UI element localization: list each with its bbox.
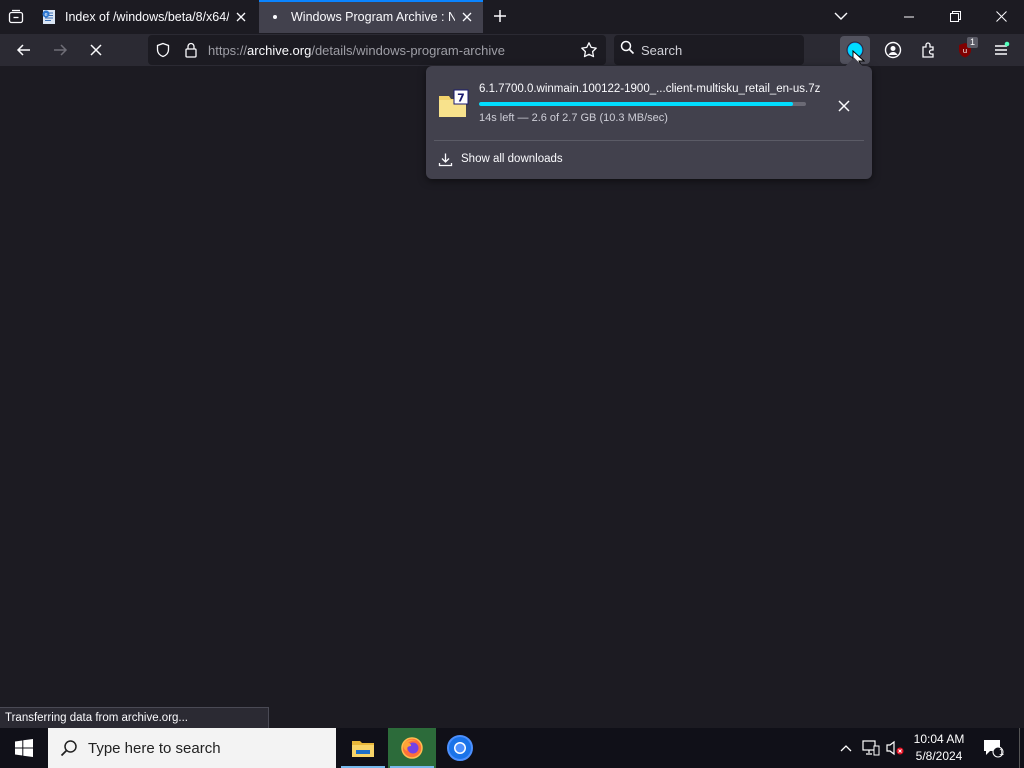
chevron-down-icon (834, 12, 848, 20)
chevron-up-icon (840, 745, 852, 752)
file-explorer-icon (352, 741, 374, 757)
taskbar-file-explorer[interactable] (339, 728, 387, 768)
show-desktop-button[interactable] (1019, 728, 1024, 768)
hamburger-menu-icon (995, 41, 1010, 55)
show-all-downloads-button[interactable]: Show all downloads (438, 149, 563, 169)
notification-count: 1 (999, 747, 1005, 757)
downloads-panel: 7 6.1.7700.0.winmain.100122-1900_...clie… (426, 66, 872, 179)
cancel-download-button[interactable] (832, 94, 856, 118)
stop-icon (90, 44, 102, 56)
arrow-right-icon (54, 44, 68, 56)
account-button[interactable] (878, 36, 908, 64)
url-scheme: https:// (208, 42, 248, 58)
close-tab-icon[interactable] (455, 5, 479, 29)
taskbar-clock[interactable]: 10:04 AM 5/8/2024 (906, 731, 972, 767)
search-placeholder: Search (641, 42, 683, 58)
restore-icon (949, 11, 961, 22)
download-status: 14s left — 2.6 of 2.7 GB (10.3 MB/sec) (479, 112, 668, 124)
plus-icon (494, 10, 506, 22)
close-icon (995, 11, 1007, 22)
svg-text:u: u (963, 47, 967, 55)
page-icon: e (41, 9, 57, 25)
show-hidden-icons-button[interactable] (836, 728, 856, 768)
search-bar[interactable]: Search (614, 35, 804, 65)
tab-title: Index of /windows/beta/8/x64/ (65, 9, 229, 24)
svg-text:7: 7 (457, 92, 465, 105)
new-tab-button[interactable] (488, 4, 512, 28)
url-text: https://archive.org/details/windows-prog… (208, 43, 505, 58)
url-path: /details/windows-program-archive (311, 42, 505, 58)
download-progress-bar (479, 102, 806, 106)
list-all-tabs-button[interactable] (828, 4, 854, 28)
taskbar-search-placeholder: Type here to search (88, 739, 221, 757)
url-host: archive.org (247, 42, 312, 58)
download-filename: 6.1.7700.0.winmain.100122-1900_...client… (479, 83, 821, 95)
account-icon (884, 41, 902, 59)
clock-time: 10:04 AM (913, 732, 965, 746)
arrow-left-icon (16, 44, 30, 56)
forward-button[interactable] (46, 37, 74, 63)
download-item[interactable]: 7 6.1.7700.0.winmain.100122-1900_...clie… (434, 74, 864, 136)
lock-icon[interactable] (180, 39, 202, 61)
firefox-icon (401, 737, 423, 759)
firefox-view-button[interactable] (0, 0, 32, 33)
search-icon (620, 40, 635, 60)
url-bar[interactable]: https://archive.org/details/windows-prog… (148, 35, 606, 65)
show-all-downloads-label: Show all downloads (461, 153, 563, 165)
tab-index-windows[interactable]: e Index of /windows/beta/8/x64/ (33, 0, 257, 33)
clock-date: 5/8/2024 (915, 749, 963, 763)
close-icon (838, 100, 850, 112)
separator (434, 140, 864, 141)
minimize-icon (904, 16, 914, 17)
tab-title: Windows Program Archive : Nic (291, 9, 455, 24)
start-button[interactable] (0, 728, 48, 768)
bookmark-star-icon[interactable] (578, 39, 600, 61)
tracking-protection-shield-icon[interactable] (152, 39, 174, 61)
volume-tray-button[interactable] (884, 728, 906, 768)
action-center-button[interactable]: 1 (978, 728, 1008, 768)
close-window-button[interactable] (978, 0, 1024, 33)
download-icon (438, 153, 453, 166)
puzzle-icon (922, 42, 934, 58)
search-icon (60, 740, 77, 757)
taskbar-search-box[interactable]: Type here to search (48, 728, 336, 768)
chromium-icon (447, 735, 473, 761)
7z-archive-icon: 7 (438, 88, 470, 120)
windows-taskbar: Type here to search 10:04 AM 5/8/2024 1 (0, 728, 1024, 768)
extensions-button[interactable] (914, 36, 944, 64)
download-progress-fill (479, 102, 793, 106)
status-panel: Transferring data from archive.org... (0, 707, 269, 729)
stop-button[interactable] (82, 37, 110, 63)
extension-badge: 1 (966, 37, 978, 48)
network-tray-button[interactable] (860, 728, 882, 768)
volume-muted-icon (886, 740, 904, 756)
navigation-toolbar: https://archive.org/details/windows-prog… (0, 34, 1024, 66)
minimize-button[interactable] (886, 0, 932, 33)
tab-windows-program-archive[interactable]: Windows Program Archive : Nic (259, 0, 483, 33)
back-button[interactable] (10, 37, 38, 63)
network-icon (862, 740, 880, 756)
app-menu-button[interactable] (986, 36, 1016, 64)
close-tab-icon[interactable] (229, 5, 253, 29)
windows-logo-icon (15, 739, 33, 757)
loading-dot-icon (267, 9, 283, 25)
tab-strip: e Index of /windows/beta/8/x64/ Windows … (0, 0, 1024, 34)
taskbar-firefox[interactable] (388, 728, 436, 768)
firefox-view-icon (8, 9, 24, 23)
ublock-extension-button[interactable]: u 1 (950, 36, 980, 64)
svg-text:e: e (44, 12, 47, 18)
restore-button[interactable] (932, 0, 978, 33)
taskbar-chromium[interactable] (436, 728, 484, 768)
